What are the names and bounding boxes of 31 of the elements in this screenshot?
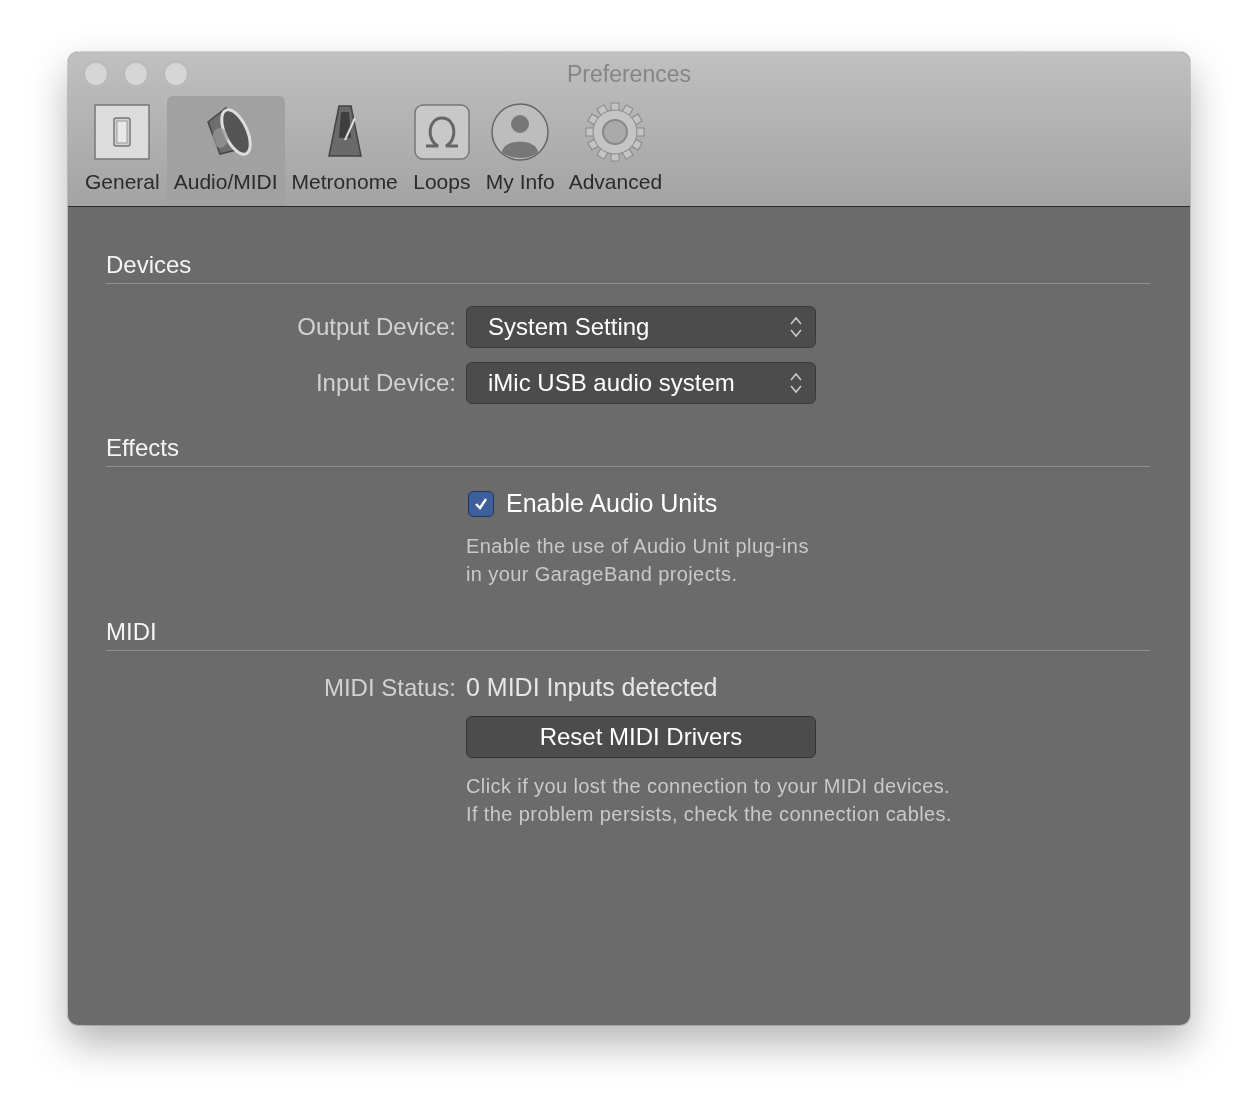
- toolbar-tab[interactable]: Advanced: [561, 96, 670, 206]
- status-text: 0 MIDI Inputs detected: [466, 673, 718, 702]
- section-heading: Devices: [106, 251, 1150, 284]
- chevron-icon: [789, 315, 803, 339]
- description-text: Enable the use of Audio Unit plug-ins: [466, 534, 809, 559]
- section-heading: MIDI: [106, 618, 1150, 651]
- toolbar-tab[interactable]: My Info: [478, 96, 562, 206]
- toolbar-tab[interactable]: General: [78, 96, 167, 206]
- description-text: Click if you lost the connection to your MIDI devices.: [466, 774, 952, 799]
- toolbar-tab[interactable]: Loops: [404, 96, 479, 206]
- minimize-button[interactable]: [124, 62, 148, 86]
- description-text: in your GarageBand projects.: [466, 562, 739, 587]
- window-title: Preferences: [567, 60, 691, 88]
- description-text: If the problem persists, check the connection cables.: [466, 802, 952, 827]
- checkbox-label: Enable Audio Units: [506, 489, 718, 518]
- toolbar-tab[interactable]: Metronome: [284, 96, 405, 206]
- person-icon: [490, 102, 551, 162]
- section-heading: Effects: [106, 434, 1150, 467]
- loop-icon: [411, 102, 472, 162]
- field-label: Output Device:: [296, 313, 457, 341]
- field-label: MIDI Status:: [322, 673, 457, 702]
- zoom-button[interactable]: [164, 62, 188, 86]
- chevron-icon: [789, 371, 803, 395]
- popup-menu[interactable]: System Setting: [466, 306, 816, 348]
- switch-icon: [92, 102, 153, 162]
- reset-midi-button[interactable]: Reset MIDI Drivers: [466, 716, 816, 758]
- popup-menu[interactable]: iMic USB audio system: [466, 362, 816, 404]
- close-button[interactable]: [84, 62, 108, 86]
- checkbox[interactable]: [468, 490, 494, 517]
- field-label: Input Device:: [314, 369, 457, 397]
- gear-icon: [585, 102, 646, 162]
